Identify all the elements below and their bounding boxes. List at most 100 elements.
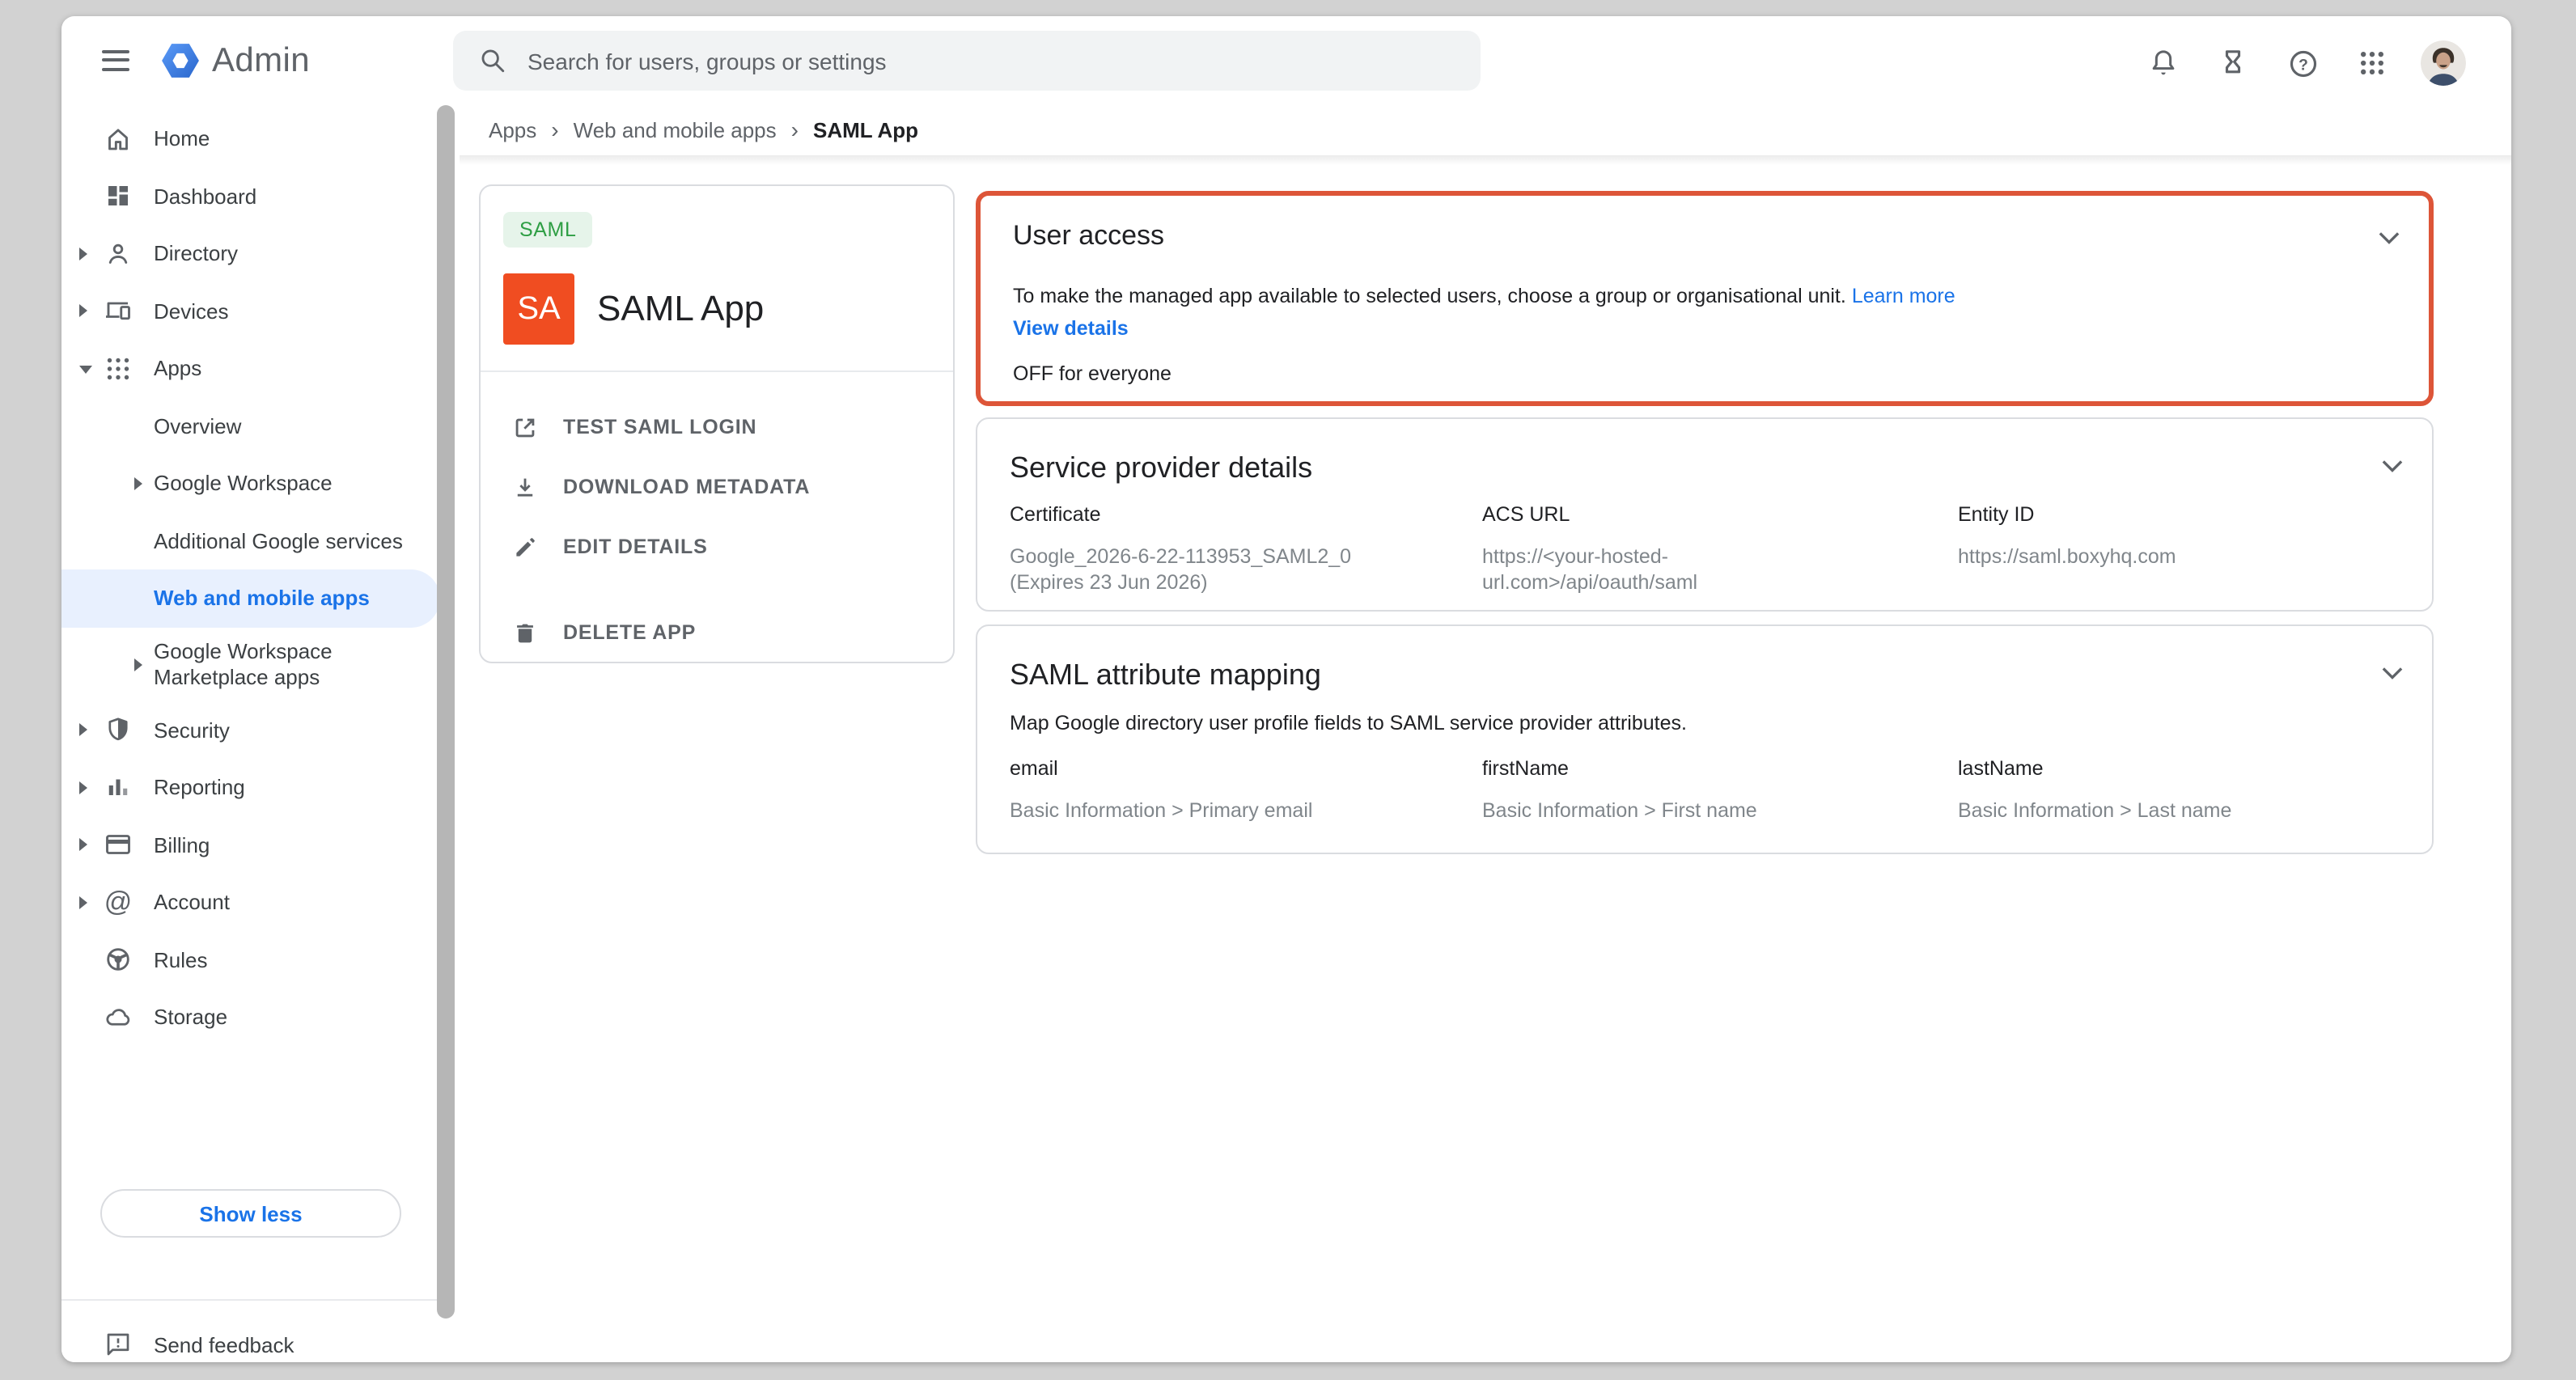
- dashboard-icon: [104, 182, 133, 211]
- collapse-arrow-icon[interactable]: [79, 366, 92, 374]
- acs-url-field: ACS URL https://<your-hosted- url.com>/a…: [1482, 503, 1958, 595]
- open-in-new-icon: [511, 413, 539, 441]
- chevron-down-icon[interactable]: [2382, 658, 2403, 688]
- lastname-mapping-field: lastName Basic Information > Last name: [1958, 757, 2400, 823]
- user-access-status: OFF for everyone: [1013, 362, 1171, 385]
- sidebar-divider: [61, 1299, 440, 1301]
- search-icon: [479, 47, 506, 74]
- home-icon: [104, 125, 133, 154]
- person-icon: [104, 239, 133, 269]
- sidebar-item-google-workspace-marketplace-apps[interactable]: Google Workspace Marketplace apps: [61, 627, 440, 701]
- notifications-bell-icon[interactable]: [2144, 44, 2183, 83]
- sidebar-nav: Home Dashboard Directory D: [61, 110, 440, 1362]
- download-metadata-button[interactable]: DOWNLOAD METADATA: [481, 458, 953, 516]
- user-access-title: User access: [1013, 220, 1164, 252]
- edit-details-button[interactable]: EDIT DETAILS: [481, 518, 953, 576]
- card-divider: [481, 370, 953, 372]
- expand-arrow-icon[interactable]: [79, 896, 87, 909]
- sidebar-item-account[interactable]: @ Account: [61, 874, 440, 931]
- user-avatar[interactable]: [2421, 40, 2466, 86]
- trash-icon: [511, 619, 539, 646]
- product-name: Admin: [212, 41, 310, 80]
- breadcrumb-separator-icon: ›: [551, 116, 558, 142]
- admin-hexagon-icon: [160, 40, 201, 81]
- admin-console-window: Admin: [61, 16, 2511, 1362]
- search-input[interactable]: [527, 48, 1455, 74]
- attribute-mapping-fields: email Basic Information > Primary email …: [1010, 757, 2400, 823]
- sidebar-item-web-and-mobile-apps[interactable]: Web and mobile apps: [61, 569, 440, 627]
- google-admin-logo: Admin: [160, 40, 310, 81]
- breadcrumb-web-and-mobile-apps[interactable]: Web and mobile apps: [574, 117, 777, 142]
- apps-grid-icon[interactable]: [2353, 44, 2392, 83]
- breadcrumb-separator-icon: ›: [791, 116, 799, 142]
- certificate-field: Certificate Google_2026-6-22-113953_SAML…: [1010, 503, 1482, 595]
- app-avatar: SA: [503, 273, 574, 345]
- app-summary-card: SAML SA SAML App TEST SAML LOGIN DOWNLOA…: [479, 184, 955, 663]
- send-feedback-button[interactable]: Send feedback: [61, 1317, 440, 1362]
- help-icon[interactable]: ?: [2283, 44, 2322, 83]
- expand-arrow-icon[interactable]: [79, 839, 87, 852]
- show-less-button[interactable]: Show less: [100, 1189, 401, 1238]
- desktop-background: Admin: [0, 0, 2576, 1380]
- svg-text:?: ?: [2298, 56, 2307, 73]
- test-saml-login-button[interactable]: TEST SAML LOGIN: [481, 398, 953, 456]
- learn-more-link[interactable]: Learn more: [1852, 285, 1955, 307]
- saml-attribute-mapping-title: SAML attribute mapping: [1010, 658, 1321, 692]
- sidebar-item-google-workspace[interactable]: Google Workspace: [61, 455, 440, 512]
- header-shadow: [460, 155, 2511, 165]
- download-icon: [511, 473, 539, 501]
- breadcrumb-current-page: SAML App: [813, 117, 918, 142]
- sidebar-item-security[interactable]: Security: [61, 701, 440, 759]
- entity-id-field: Entity ID https://saml.boxyhq.com: [1958, 503, 2400, 595]
- sidebar-item-storage[interactable]: Storage: [61, 988, 440, 1046]
- expand-arrow-icon[interactable]: [79, 724, 87, 737]
- delete-app-button[interactable]: DELETE APP: [481, 603, 953, 662]
- menu-icon[interactable]: [102, 50, 129, 71]
- pencil-icon: [511, 533, 539, 561]
- expand-arrow-icon[interactable]: [79, 248, 87, 260]
- breadcrumb: Apps › Web and mobile apps › SAML App: [489, 112, 918, 147]
- sidebar-item-billing[interactable]: Billing: [61, 816, 440, 874]
- expand-arrow-icon[interactable]: [79, 781, 87, 794]
- steering-wheel-icon: [104, 946, 133, 975]
- service-provider-details-card: Service provider details Certificate Goo…: [976, 417, 2434, 612]
- expand-arrow-icon[interactable]: [134, 658, 142, 671]
- sidebar-scrollbar[interactable]: [437, 105, 455, 1319]
- sidebar-item-directory[interactable]: Directory: [61, 225, 440, 282]
- sidebar-item-dashboard[interactable]: Dashboard: [61, 167, 440, 225]
- saml-attribute-mapping-card: SAML attribute mapping Map Google direct…: [976, 624, 2434, 854]
- sidebar-item-reporting[interactable]: Reporting: [61, 759, 440, 816]
- user-access-description: To make the managed app available to sel…: [1013, 285, 1955, 307]
- tasks-hourglass-icon[interactable]: [2214, 44, 2252, 83]
- service-provider-details-title: Service provider details: [1010, 451, 1312, 485]
- firstname-mapping-field: firstName Basic Information > First name: [1482, 757, 1958, 823]
- expand-arrow-icon[interactable]: [79, 305, 87, 318]
- expand-arrow-icon[interactable]: [134, 477, 142, 490]
- sidebar-item-devices[interactable]: Devices: [61, 282, 440, 340]
- user-access-card: User access To make the managed app avai…: [976, 191, 2434, 406]
- feedback-icon: [104, 1330, 133, 1359]
- chevron-down-icon[interactable]: [2379, 223, 2400, 252]
- saml-attribute-mapping-description: Map Google directory user profile fields…: [1010, 712, 1687, 734]
- apps-icon: [104, 354, 133, 383]
- credit-card-icon: [104, 831, 133, 860]
- top-bar-icons: ?: [2113, 40, 2466, 86]
- sidebar-item-overview[interactable]: Overview: [61, 397, 440, 455]
- email-mapping-field: email Basic Information > Primary email: [1010, 757, 1482, 823]
- bar-chart-icon: [104, 773, 133, 802]
- saml-type-badge: SAML: [503, 212, 593, 248]
- devices-icon: [104, 297, 133, 326]
- sidebar-item-home[interactable]: Home: [61, 110, 440, 167]
- app-title: SAML App: [597, 288, 764, 330]
- service-provider-fields: Certificate Google_2026-6-22-113953_SAML…: [1010, 503, 2400, 595]
- breadcrumb-apps[interactable]: Apps: [489, 117, 536, 142]
- search-bar[interactable]: [453, 31, 1481, 91]
- chevron-down-icon[interactable]: [2382, 451, 2403, 480]
- shield-icon: [104, 716, 133, 745]
- view-details-link[interactable]: View details: [1013, 317, 1129, 340]
- sidebar-item-apps[interactable]: Apps: [61, 340, 440, 397]
- at-sign-icon: @: [104, 888, 133, 917]
- sidebar-item-additional-google-services[interactable]: Additional Google services: [61, 512, 440, 569]
- sidebar-item-rules[interactable]: Rules: [61, 931, 440, 988]
- cloud-icon: [104, 1003, 133, 1032]
